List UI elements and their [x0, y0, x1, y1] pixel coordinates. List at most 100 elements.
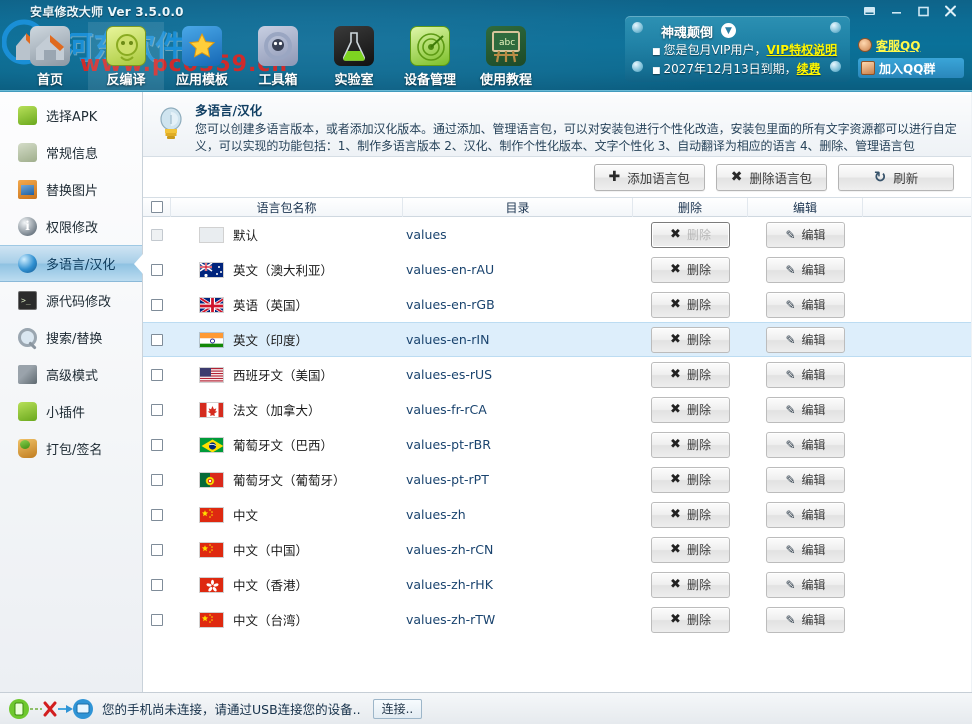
nav-tab-6[interactable]: 设备管理: [392, 22, 468, 90]
edit-pencil-icon: ✎: [785, 403, 795, 417]
table-row[interactable]: 中文（台湾）values-zh-rTW✖删除✎编辑: [143, 602, 971, 637]
row-edit-button[interactable]: ✎编辑: [766, 607, 845, 633]
row-delete-button[interactable]: ✖删除: [651, 292, 730, 318]
sidebar-item-6[interactable]: >_源代码修改: [0, 282, 142, 319]
connect-button[interactable]: 连接..: [373, 699, 423, 719]
edit-pencil-icon: ✎: [785, 333, 795, 347]
row-checkbox[interactable]: [151, 474, 163, 486]
row-edit-button[interactable]: ✎编辑: [766, 572, 845, 598]
row-delete-button[interactable]: ✖删除: [651, 467, 730, 493]
row-checkbox[interactable]: [151, 404, 163, 416]
row-checkbox-cell[interactable]: [143, 509, 171, 521]
row-checkbox-cell[interactable]: [143, 404, 171, 416]
row-checkbox-cell[interactable]: [143, 474, 171, 486]
vip-renew-link[interactable]: 续费: [797, 62, 821, 76]
sidebar-item-5[interactable]: 多语言/汉化: [0, 245, 142, 282]
add-language-pack-button[interactable]: ✚ 添加语言包: [594, 164, 705, 191]
row-delete-button[interactable]: ✖删除: [651, 327, 730, 353]
row-checkbox-cell[interactable]: [143, 579, 171, 591]
row-edit-button[interactable]: ✎编辑: [766, 502, 845, 528]
close-icon[interactable]: [937, 2, 964, 20]
sidebar-item-3[interactable]: 替换图片: [0, 171, 142, 208]
table-row[interactable]: 英文（印度）values-en-rIN✖删除✎编辑: [143, 322, 971, 357]
table-row[interactable]: 法文（加拿大）values-fr-rCA✖删除✎编辑: [143, 392, 971, 427]
row-checkbox-cell[interactable]: [143, 544, 171, 556]
join-qq-group-button[interactable]: 加入QQ群: [858, 58, 964, 78]
restore-down-icon[interactable]: [856, 2, 883, 20]
row-delete-button[interactable]: ✖删除: [651, 572, 730, 598]
table-row[interactable]: 英语（英国）values-en-rGB✖删除✎编辑: [143, 287, 971, 322]
sidebar-item-10[interactable]: 打包/签名: [0, 430, 142, 467]
row-checkbox[interactable]: [151, 229, 163, 241]
sidebar-item-8[interactable]: 高级模式: [0, 356, 142, 393]
row-checkbox[interactable]: [151, 439, 163, 451]
row-edit-button[interactable]: ✎编辑: [766, 327, 845, 353]
column-header-delete[interactable]: 删除: [633, 198, 748, 217]
table-row[interactable]: 西班牙文（美国）values-es-rUS✖删除✎编辑: [143, 357, 971, 392]
nav-tab-1[interactable]: 首页: [12, 22, 88, 90]
table-row[interactable]: 英文（澳大利亚）values-en-rAU✖删除✎编辑: [143, 252, 971, 287]
row-checkbox[interactable]: [151, 299, 163, 311]
select-all-checkbox[interactable]: [151, 201, 163, 213]
row-checkbox[interactable]: [151, 369, 163, 381]
row-delete-cell: ✖删除: [633, 292, 748, 318]
row-checkbox-cell[interactable]: [143, 264, 171, 276]
service-qq-row[interactable]: 客服QQ: [858, 36, 964, 54]
row-edit-button[interactable]: ✎编辑: [766, 432, 845, 458]
table-row[interactable]: 中文（香港）values-zh-rHK✖删除✎编辑: [143, 567, 971, 602]
row-edit-button[interactable]: ✎编辑: [766, 222, 845, 248]
row-checkbox-cell[interactable]: [143, 439, 171, 451]
sidebar-item-2[interactable]: 常规信息: [0, 134, 142, 171]
row-delete-button[interactable]: ✖删除: [651, 222, 730, 248]
row-checkbox-cell[interactable]: [143, 299, 171, 311]
row-checkbox[interactable]: [151, 614, 163, 626]
maximize-icon[interactable]: [910, 2, 937, 20]
row-checkbox[interactable]: [151, 579, 163, 591]
row-checkbox-cell[interactable]: [143, 229, 171, 241]
sidebar-item-4[interactable]: i权限修改: [0, 208, 142, 245]
row-checkbox-cell[interactable]: [143, 614, 171, 626]
row-checkbox-cell[interactable]: [143, 369, 171, 381]
row-checkbox[interactable]: [151, 509, 163, 521]
row-delete-button[interactable]: ✖删除: [651, 397, 730, 423]
sidebar-item-7[interactable]: 搜索/替换: [0, 319, 142, 356]
table-row[interactable]: 葡萄牙文（巴西）values-pt-rBR✖删除✎编辑: [143, 427, 971, 462]
refresh-button[interactable]: ↻ 刷新: [838, 164, 954, 191]
row-delete-button[interactable]: ✖删除: [651, 502, 730, 528]
column-header-edit[interactable]: 编辑: [748, 198, 863, 217]
nav-tab-5[interactable]: 实验室: [316, 22, 392, 90]
table-row[interactable]: 默认values✖删除✎编辑: [143, 217, 971, 252]
row-edit-button[interactable]: ✎编辑: [766, 292, 845, 318]
row-checkbox[interactable]: [151, 544, 163, 556]
nav-tab-3[interactable]: 应用模板: [164, 22, 240, 90]
row-edit-button[interactable]: ✎编辑: [766, 257, 845, 283]
sidebar-item-9[interactable]: 小插件: [0, 393, 142, 430]
table-row[interactable]: 中文values-zh✖删除✎编辑: [143, 497, 971, 532]
chevron-down-icon[interactable]: ▼: [721, 23, 736, 38]
column-header-name[interactable]: 语言包名称: [171, 198, 403, 217]
row-delete-button[interactable]: ✖删除: [651, 607, 730, 633]
row-checkbox[interactable]: [151, 264, 163, 276]
row-edit-button[interactable]: ✎编辑: [766, 537, 845, 563]
column-header-directory[interactable]: 目录: [403, 198, 633, 217]
delete-language-pack-button[interactable]: ✖ 删除语言包: [716, 164, 827, 191]
nav-tab-4[interactable]: 工具箱: [240, 22, 316, 90]
row-delete-button[interactable]: ✖删除: [651, 537, 730, 563]
row-delete-button[interactable]: ✖删除: [651, 257, 730, 283]
table-row[interactable]: 葡萄牙文（葡萄牙）values-pt-rPT✖删除✎编辑: [143, 462, 971, 497]
row-checkbox[interactable]: [151, 334, 163, 346]
nav-tab-7[interactable]: abc使用教程: [468, 22, 544, 90]
row-checkbox-cell[interactable]: [143, 334, 171, 346]
sidebar-item-1[interactable]: 选择APK: [0, 97, 142, 134]
row-delete-button[interactable]: ✖删除: [651, 432, 730, 458]
minimize-icon[interactable]: [883, 2, 910, 20]
nav-tab-2[interactable]: 反编译: [88, 22, 164, 90]
row-edit-label: 编辑: [802, 611, 826, 628]
row-edit-button[interactable]: ✎编辑: [766, 467, 845, 493]
select-all-header[interactable]: [143, 198, 171, 217]
row-edit-button[interactable]: ✎编辑: [766, 397, 845, 423]
row-delete-button[interactable]: ✖删除: [651, 362, 730, 388]
vip-privilege-link[interactable]: VIP特权说明: [767, 43, 838, 57]
row-edit-button[interactable]: ✎编辑: [766, 362, 845, 388]
table-row[interactable]: 中文（中国）values-zh-rCN✖删除✎编辑: [143, 532, 971, 567]
